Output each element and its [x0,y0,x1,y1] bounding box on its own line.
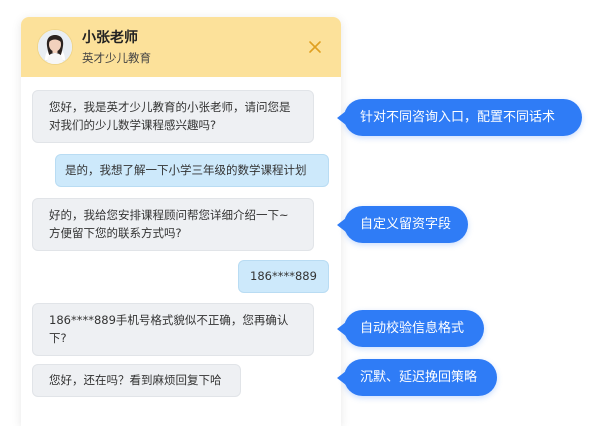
teacher-avatar [37,29,73,65]
callout-format-validation: 自动校验信息格式 [337,310,484,347]
agent-message: 您好，我是英才少儿教育的小张老师，请问您是 对我们的少儿数学课程感兴趣吗? [32,90,314,143]
message-line: 186****889 [250,269,317,283]
agent-message: 186****889手机号格式貌似不正确，您再确认 下? [32,303,314,356]
user-message: 186****889 [238,260,329,293]
message-line: 好的，我给您安排课程顾问帮您详细介绍一下~ [49,208,289,222]
message-line: 方便留下您的联系方式吗? [49,226,182,240]
callout-entry-scripts: 针对不同咨询入口，配置不同话术 [337,99,582,136]
agent-organization: 英才少儿教育 [82,51,151,65]
close-icon[interactable] [307,39,323,55]
callout-label: 针对不同咨询入口，配置不同话术 [360,110,556,125]
chat-window: 小张老师 英才少儿教育 您好，我是英才少儿教育的小张老师，请问您是 对我们的少儿… [21,17,341,426]
agent-message: 您好，还在吗？看到麻烦回复下哈 [32,364,241,397]
callout-label: 自定义留资字段 [360,217,452,232]
agent-message: 好的，我给您安排课程顾问帮您详细介绍一下~ 方便留下您的联系方式吗? [32,198,314,251]
user-message: 是的，我想了解一下小学三年级的数学课程计划 [55,154,329,187]
callout-custom-fields: 自定义留资字段 [337,206,468,243]
chat-header: 小张老师 英才少儿教育 [21,17,341,77]
message-line: 对我们的少儿数学课程感兴趣吗? [49,118,217,132]
callout-label: 自动校验信息格式 [360,321,465,336]
message-line: 您好，还在吗？看到麻烦回复下哈 [49,373,222,387]
callout-label: 沉默、延迟挽回策略 [360,370,478,385]
callout-silence-recovery: 沉默、延迟挽回策略 [337,359,497,396]
message-line: 是的，我想了解一下小学三年级的数学课程计划 [65,163,307,177]
agent-name: 小张老师 [82,30,138,46]
message-line: 您好，我是英才少儿教育的小张老师，请问您是 [49,100,291,114]
message-line: 下? [49,331,67,345]
message-line: 186****889手机号格式貌似不正确，您再确认 [49,313,289,327]
